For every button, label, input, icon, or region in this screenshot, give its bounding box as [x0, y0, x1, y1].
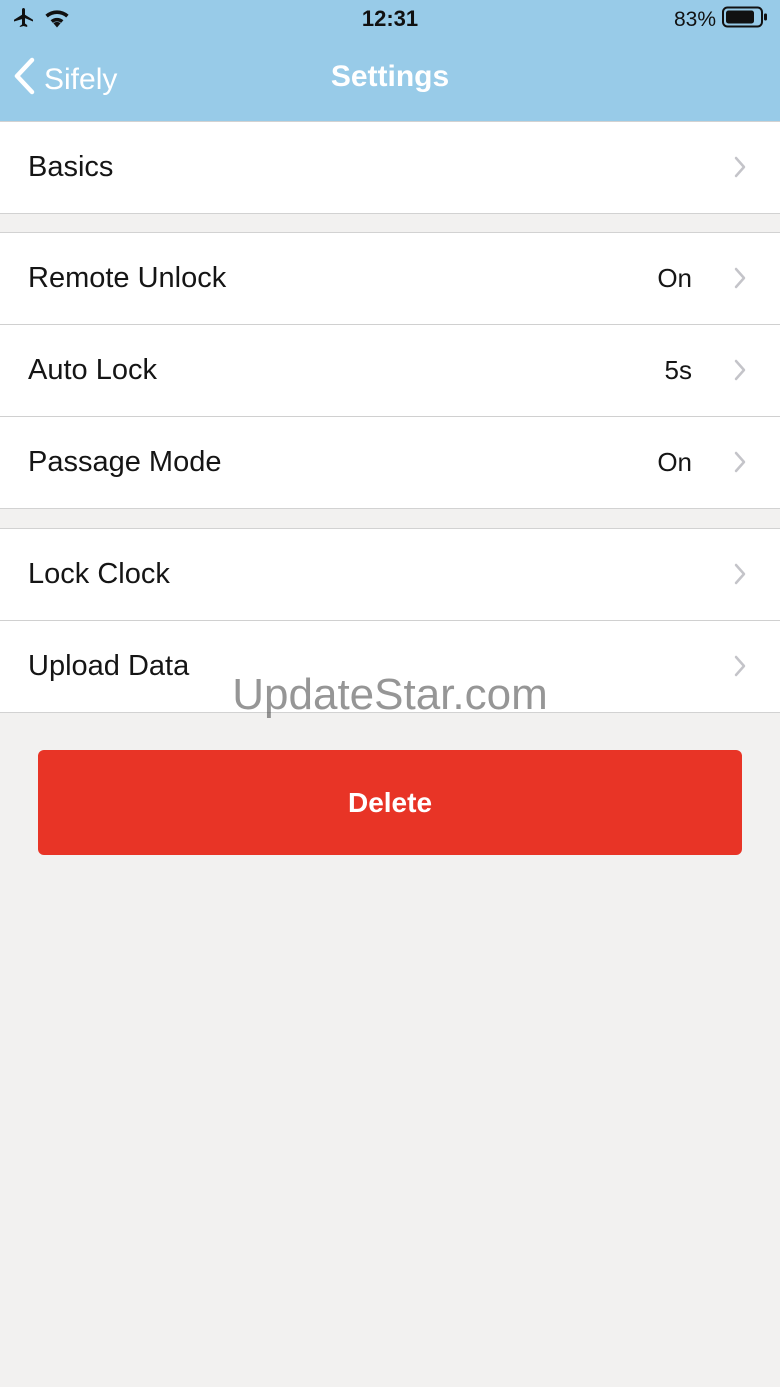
settings-group-maintenance: Lock Clock Upload Data	[0, 528, 780, 713]
chevron-right-icon	[734, 451, 746, 478]
settings-row-lock-clock[interactable]: Lock Clock	[0, 529, 780, 620]
row-label: Basics	[28, 151, 114, 183]
settings-row-upload-data[interactable]: Upload Data	[0, 620, 780, 712]
settings-row-remote-unlock[interactable]: Remote Unlock On	[0, 233, 780, 324]
row-label: Auto Lock	[28, 354, 157, 386]
status-bar: 12:31 83%	[0, 0, 780, 40]
row-label: Passage Mode	[28, 446, 222, 478]
settings-row-auto-lock[interactable]: Auto Lock 5s	[0, 324, 780, 416]
nav-bar: Sifely Settings	[0, 40, 780, 121]
row-value: On	[657, 263, 692, 293]
row-value: 5s	[664, 355, 692, 385]
delete-button[interactable]: Delete	[38, 750, 742, 855]
battery-icon	[722, 6, 768, 33]
top-bar: 12:31 83% Sifely Settings	[0, 0, 780, 121]
row-label: Upload Data	[28, 650, 190, 682]
chevron-right-icon	[734, 267, 746, 294]
row-value: On	[657, 447, 692, 477]
chevron-right-icon	[734, 563, 746, 590]
settings-group-basics: Basics	[0, 121, 780, 214]
page-title: Settings	[330, 60, 450, 93]
row-label: Remote Unlock	[28, 262, 227, 294]
status-right: 83%	[674, 6, 768, 33]
chevron-right-icon	[734, 655, 746, 682]
status-time: 12:31	[361, 6, 419, 31]
row-label: Lock Clock	[28, 558, 170, 590]
settings-row-passage-mode[interactable]: Passage Mode On	[0, 416, 780, 508]
settings-group-lock-features: Remote Unlock On Auto Lock 5s Passage Mo…	[0, 232, 780, 509]
chevron-right-icon	[734, 156, 746, 183]
settings-row-basics[interactable]: Basics	[0, 122, 780, 213]
chevron-right-icon	[734, 359, 746, 386]
battery-percent: 83%	[673, 7, 716, 31]
